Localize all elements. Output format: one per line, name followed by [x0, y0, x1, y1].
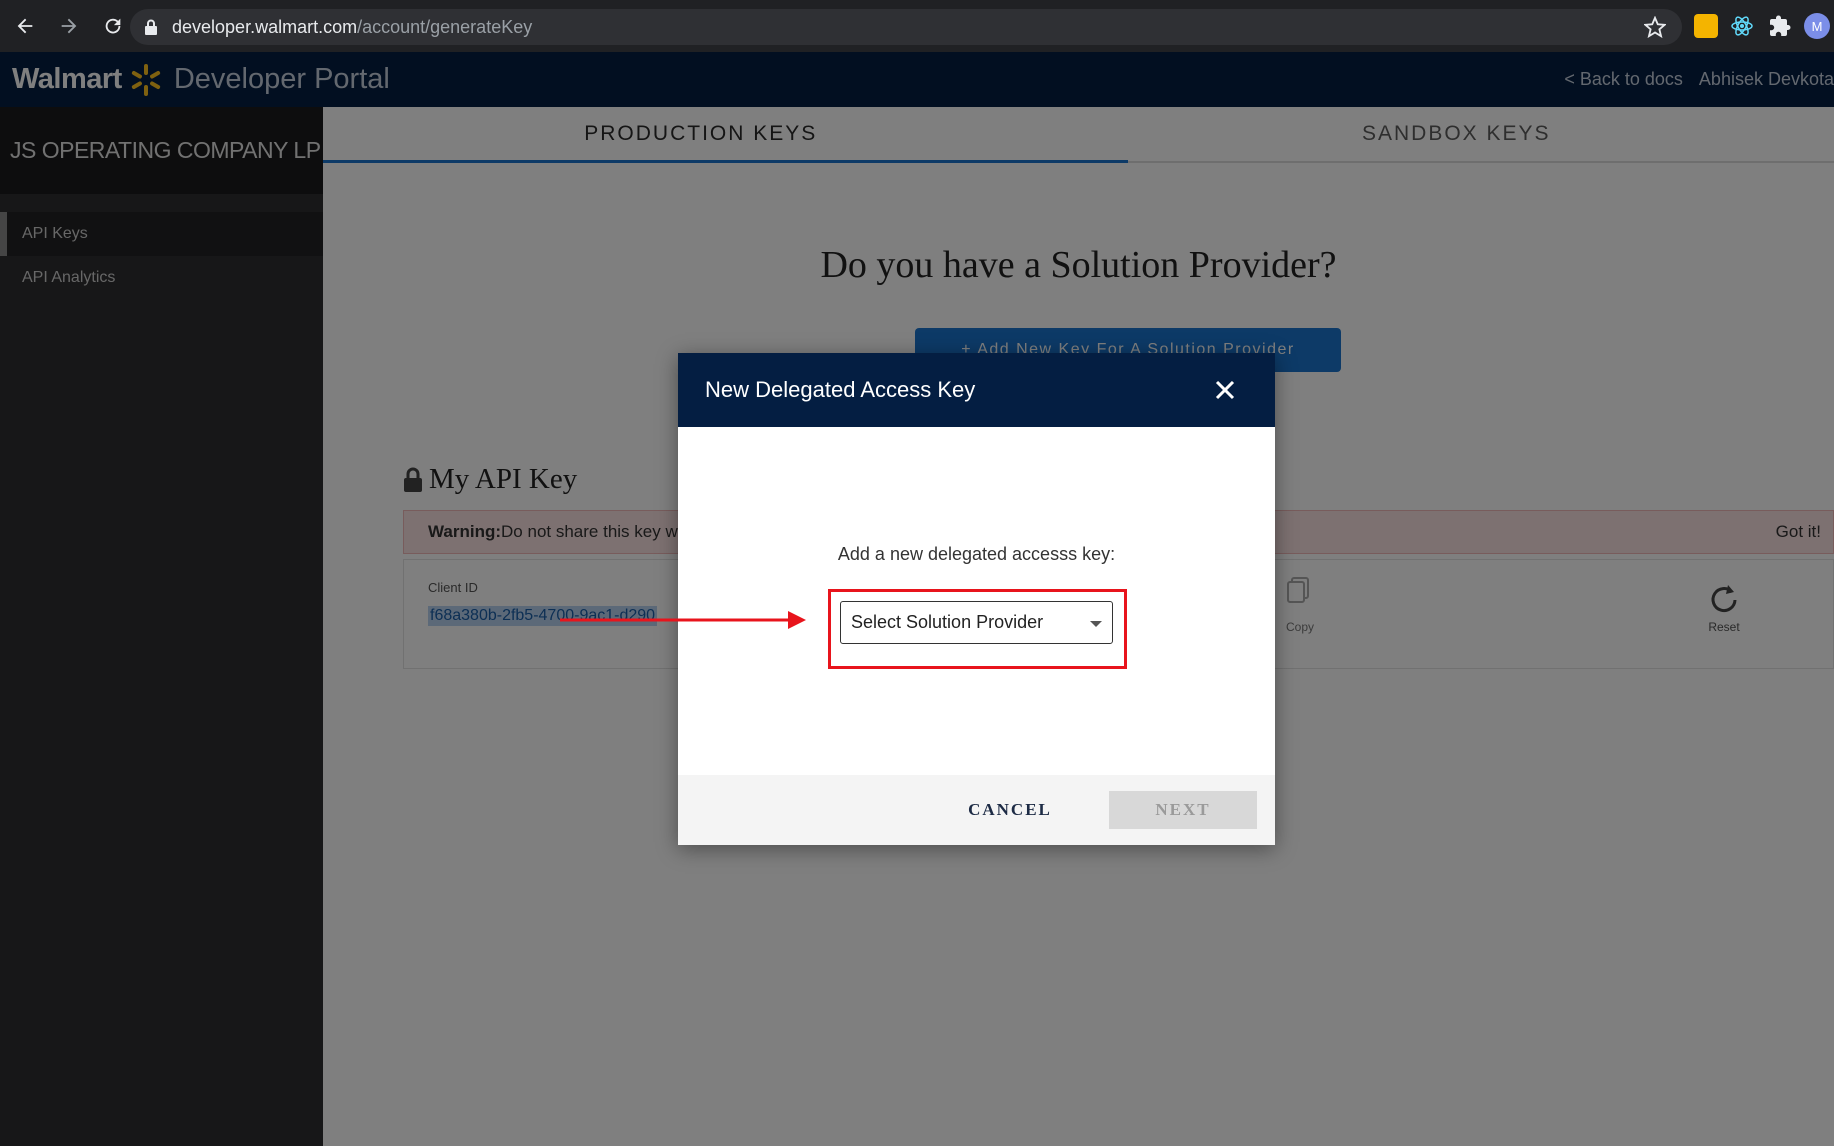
- lock-icon: [145, 19, 157, 35]
- extension-notes-icon[interactable]: [1694, 14, 1718, 38]
- select-placeholder: Select Solution Provider: [851, 612, 1044, 632]
- address-bar[interactable]: developer.walmart.com/account/generateKe…: [130, 9, 1682, 45]
- reload-icon[interactable]: [94, 7, 132, 45]
- dialog-header: New Delegated Access Key: [678, 353, 1275, 427]
- annotation-arrow-icon: [560, 611, 806, 629]
- profile-avatar[interactable]: M: [1804, 13, 1830, 39]
- url-path: /account/generateKey: [357, 16, 533, 37]
- url-host: developer.walmart.com: [172, 16, 358, 37]
- dialog-body: Add a new delegated accesss key: Select …: [678, 427, 1275, 775]
- solution-provider-select[interactable]: Select Solution Provider: [840, 601, 1113, 644]
- dialog-prompt: Add a new delegated accesss key:: [837, 544, 1116, 564]
- delegated-access-key-dialog: New Delegated Access Key Add a new deleg…: [678, 353, 1275, 845]
- cancel-button[interactable]: CANCEL: [950, 791, 1070, 829]
- extension-react-icon[interactable]: [1730, 14, 1754, 38]
- next-button[interactable]: NEXT: [1109, 791, 1257, 829]
- caret-down-icon: [1090, 621, 1102, 627]
- browser-toolbar: developer.walmart.com/account/generateKe…: [0, 0, 1834, 52]
- back-arrow-icon[interactable]: [6, 7, 44, 45]
- dialog-title: New Delegated Access Key: [705, 377, 976, 402]
- close-icon[interactable]: [1213, 378, 1237, 402]
- dialog-footer: CANCEL NEXT: [678, 775, 1275, 845]
- forward-arrow-icon[interactable]: [50, 7, 88, 45]
- extensions-puzzle-icon[interactable]: [1768, 14, 1792, 38]
- bookmark-star-icon[interactable]: [1644, 16, 1666, 38]
